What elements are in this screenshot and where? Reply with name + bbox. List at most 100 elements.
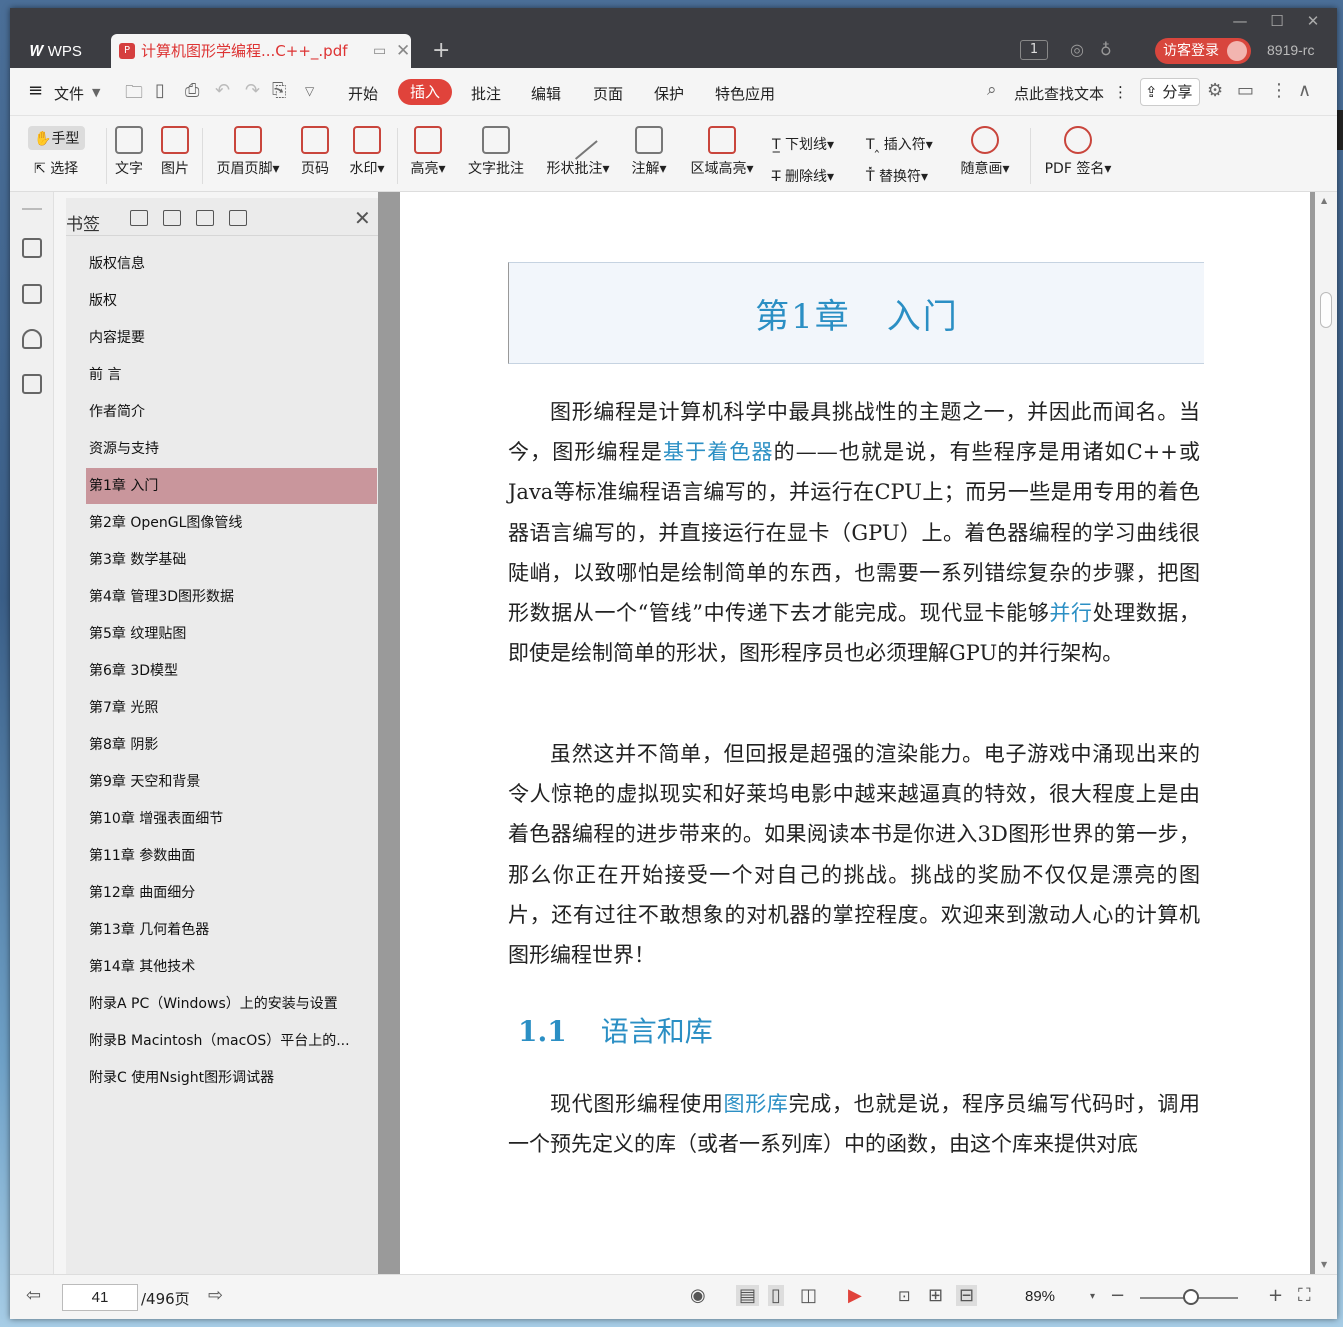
cloud-icon[interactable]: ◎ xyxy=(1070,40,1084,59)
bookmark-item[interactable]: ▶第13章 几何着色器 xyxy=(86,912,376,948)
continuous-view-icon[interactable]: ▤ xyxy=(736,1285,760,1306)
bookmark-item[interactable]: 资源与支持 xyxy=(86,431,376,467)
fit-width-icon[interactable]: ⊟ xyxy=(956,1285,978,1306)
window-count-badge[interactable]: 1 xyxy=(1020,40,1048,60)
save-icon[interactable]: ▯ xyxy=(155,80,165,101)
eye-protect-icon[interactable]: ◉ xyxy=(690,1285,706,1306)
file-menu[interactable]: 文件 xyxy=(54,83,84,104)
bookmark-item[interactable]: 版权信息 xyxy=(86,246,376,282)
replace-char-button[interactable]: T̽ 替换符▾ xyxy=(866,166,928,186)
area-highlight-button[interactable]: 区域高亮▾ xyxy=(686,126,758,178)
page-input[interactable]: 41 xyxy=(62,1284,138,1311)
bookmark-item[interactable]: ▶第7章 光照 xyxy=(86,690,376,726)
highlight-button[interactable]: 高亮▾ xyxy=(407,126,449,178)
bookmark-item[interactable]: ▶附录C 使用Nsight图形调试器 xyxy=(86,1060,376,1096)
vertical-scrollbar[interactable]: ▲ ▼ xyxy=(1315,192,1337,1274)
double-page-icon[interactable]: ◫ xyxy=(800,1285,817,1306)
bookmark-item[interactable]: 作者简介 xyxy=(86,394,376,430)
menu-comment[interactable]: 批注 xyxy=(471,83,501,104)
more-quick-icon[interactable]: ▽ xyxy=(305,84,314,98)
bookmark-item[interactable]: ▶第9章 天空和背景 xyxy=(86,764,376,800)
print-icon[interactable]: ⎙ xyxy=(185,80,199,101)
bookmark-options-icon[interactable] xyxy=(229,210,247,226)
single-page-icon[interactable]: ▯ xyxy=(768,1285,784,1306)
menu-insert[interactable]: 插入 xyxy=(398,79,452,105)
bookmark-item[interactable]: ▶第14章 其他技术 xyxy=(86,949,376,985)
bookmark-item[interactable]: ▶第5章 纹理贴图 xyxy=(86,616,376,652)
thumbnail-icon[interactable] xyxy=(22,284,42,304)
bookmark-item[interactable]: ▶第12章 曲面细分 xyxy=(86,875,376,911)
menu-edit[interactable]: 编辑 xyxy=(531,83,561,104)
new-tab-icon[interactable]: + xyxy=(432,38,450,63)
bookmark-item[interactable]: ▶第11章 参数曲面 xyxy=(86,838,376,874)
signature-panel-icon[interactable] xyxy=(22,374,42,394)
bookmark-item[interactable]: 版权 xyxy=(86,283,376,319)
bookmark-item[interactable]: ▶第6章 3D模型 xyxy=(86,653,376,689)
redo-icon[interactable]: ↷ xyxy=(245,80,260,101)
insert-char-button[interactable]: T‸ 插入符▾ xyxy=(866,134,933,154)
minimize-icon[interactable]: — xyxy=(1225,12,1255,30)
bookmark-list-icon[interactable] xyxy=(22,238,42,258)
close-window-icon[interactable]: ✕ xyxy=(1298,12,1328,30)
bookmark-item[interactable]: ▶附录B Macintosh（macOS）平台上的... xyxy=(86,1023,376,1059)
export-icon[interactable]: ⎘ xyxy=(272,80,286,101)
zoom-dropdown-icon[interactable]: ▾ xyxy=(1090,1291,1095,1302)
file-dropdown-icon[interactable]: ▼ xyxy=(92,86,100,99)
bookmark-item[interactable]: ▶第10章 增强表面细节 xyxy=(86,801,376,837)
graphics-library-link[interactable]: 图形库 xyxy=(724,1092,789,1116)
bookmark-item[interactable]: ▶第3章 数学基础 xyxy=(86,542,376,578)
pin-icon[interactable]: ▭ xyxy=(373,34,386,68)
bookmark-item[interactable]: ▶第2章 OpenGL图像管线 xyxy=(86,505,376,541)
menu-start[interactable]: 开始 xyxy=(348,83,378,104)
shader-based-link[interactable]: 基于着色器 xyxy=(663,440,774,464)
menu-protect[interactable]: 保护 xyxy=(654,83,684,104)
bookmark-item[interactable]: ▶第1章 入门 xyxy=(86,468,377,504)
expand-bookmark-icon[interactable] xyxy=(196,210,214,226)
zoom-in-icon[interactable]: + xyxy=(1268,1285,1283,1306)
search-text[interactable]: 点此查找文本 xyxy=(1014,83,1104,104)
login-button[interactable]: 访客登录 xyxy=(1155,38,1251,64)
skin-icon[interactable]: ♁ xyxy=(1100,40,1112,59)
prev-page-icon[interactable]: ⇦ xyxy=(26,1285,41,1306)
scroll-down-icon[interactable]: ▼ xyxy=(1321,1260,1327,1269)
chat-icon[interactable]: ▭ xyxy=(1237,80,1254,101)
select-tool[interactable]: ⇱ 选择 xyxy=(34,158,78,178)
scroll-thumb[interactable] xyxy=(1320,292,1332,328)
collapse-ribbon-icon[interactable]: ∧ xyxy=(1298,80,1311,101)
bookmark-item[interactable]: ▶附录A PC（Windows）上的安装与设置 xyxy=(86,986,376,1022)
document-tab[interactable]: P 计算机图形学编程...C++_.pdf ▭ ✕ xyxy=(111,34,411,68)
bookmark-item[interactable]: 前 言 xyxy=(86,357,376,393)
bookmark-item[interactable]: ▶第4章 管理3D图形数据 xyxy=(86,579,376,615)
header-footer-button[interactable]: 页眉页脚▾ xyxy=(212,126,284,178)
share-button[interactable]: ⇪ 分享 xyxy=(1140,78,1200,106)
close-tab-icon[interactable]: ✕ xyxy=(396,34,410,68)
close-panel-icon[interactable]: ✕ xyxy=(354,206,371,230)
parallel-link[interactable]: 并行 xyxy=(1049,601,1092,625)
pdf-sign-button[interactable]: PDF 签名▾ xyxy=(1042,126,1114,178)
fit-page-icon[interactable]: ⊞ xyxy=(928,1285,943,1306)
play-icon[interactable]: ▶ xyxy=(848,1285,862,1306)
annotation-panel-icon[interactable] xyxy=(22,329,42,349)
actual-size-icon[interactable]: ⊡ xyxy=(898,1287,911,1305)
zoom-level[interactable]: 89% xyxy=(1025,1288,1055,1305)
menu-special[interactable]: 特色应用 xyxy=(715,83,775,104)
underline-button[interactable]: T̲ 下划线▾ xyxy=(772,134,834,154)
hamburger-icon[interactable]: ≡ xyxy=(28,80,43,101)
bookmark-item[interactable]: 内容提要 xyxy=(86,320,376,356)
strikethrough-button[interactable]: T̶ 删除线▾ xyxy=(772,166,834,186)
shape-note-button[interactable]: 形状批注▾ xyxy=(542,120,614,178)
wps-home-tab[interactable]: 𝑾 WPS xyxy=(16,36,112,68)
menu-page[interactable]: 页面 xyxy=(593,83,623,104)
page-number-button[interactable]: 页码 xyxy=(298,126,332,178)
bookmark-item[interactable]: ▶第8章 阴影 xyxy=(86,727,376,763)
collapse-bookmark-icon[interactable] xyxy=(163,210,181,226)
next-page-icon[interactable]: ⇨ xyxy=(208,1285,223,1306)
maximize-icon[interactable]: ☐ xyxy=(1262,12,1292,30)
open-icon[interactable]: 🗀 xyxy=(125,80,143,110)
add-bookmark-icon[interactable] xyxy=(130,210,148,226)
freehand-button[interactable]: 随意画▾ xyxy=(956,126,1014,178)
text-note-button[interactable]: 文字批注 xyxy=(465,126,527,178)
search-icon[interactable]: ⌕ xyxy=(987,80,997,100)
undo-icon[interactable]: ↶ xyxy=(215,80,230,101)
insert-text-button[interactable]: 文字 xyxy=(114,126,144,178)
